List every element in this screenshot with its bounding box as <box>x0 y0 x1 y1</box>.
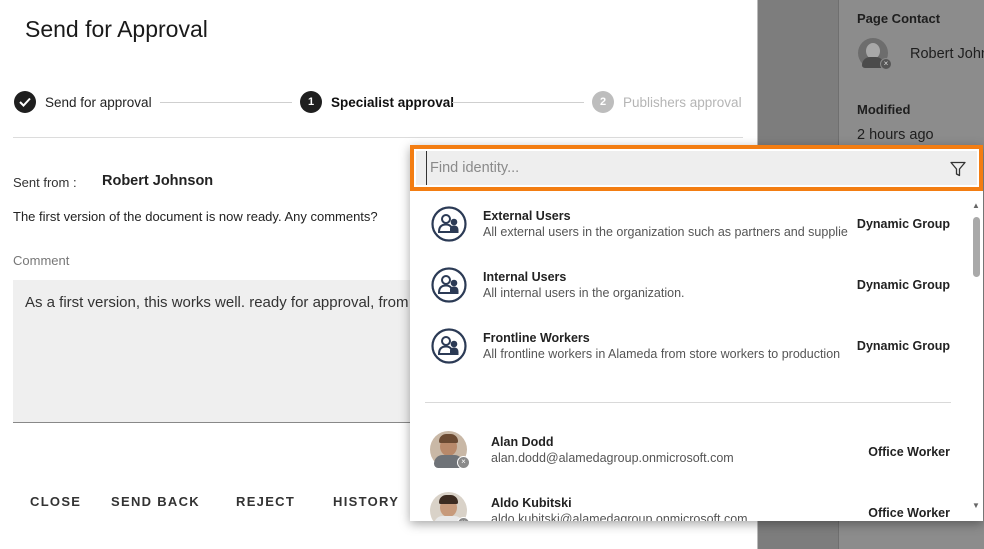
comment-label: Comment <box>13 253 70 268</box>
presence-badge-icon: × <box>457 517 470 521</box>
identity-type: Dynamic Group <box>856 339 950 353</box>
list-item-internal-users[interactable]: Internal Users All internal users in the… <box>410 252 970 312</box>
sent-from-label: Sent from : <box>13 175 77 190</box>
sent-from-name: Robert Johnson <box>102 173 214 189</box>
step-label: Specialist approval <box>331 94 455 110</box>
identity-type: Dynamic Group <box>856 217 950 231</box>
list-item-alan-dodd[interactable]: × Alan Dodd alan.dodd@alamedagroup.onmic… <box>410 419 970 479</box>
presence-badge-icon: × <box>880 58 892 70</box>
step-label: Send for approval <box>45 94 152 110</box>
identity-name: Aldo Kubitski <box>491 496 572 510</box>
scroll-up-icon[interactable]: ▲ <box>972 201 980 210</box>
avatar: × <box>430 492 470 521</box>
reject-button[interactable]: REJECT <box>236 494 295 509</box>
history-button[interactable]: HISTORY <box>333 494 399 509</box>
group-icon <box>431 206 467 242</box>
comment-field[interactable]: As a first version, this works well. rea… <box>13 280 433 423</box>
identity-email: aldo.kubitski@alamedagroup.onmicrosoft.c… <box>491 512 748 521</box>
identity-type: Office Worker <box>868 445 950 459</box>
group-icon <box>431 328 467 364</box>
contact-name: Robert Johnson <box>910 46 984 62</box>
list-scrollbar[interactable]: ▲ ▼ <box>969 191 983 521</box>
close-button[interactable]: CLOSE <box>30 494 81 509</box>
step-connector <box>160 102 292 103</box>
modified-label: Modified <box>857 102 911 117</box>
identity-picker: External Users All external users in the… <box>410 145 983 521</box>
list-item-aldo-kubitski[interactable]: × Aldo Kubitski aldo.kubitski@alamedagro… <box>410 480 970 521</box>
comment-text: As a first version, this works well. rea… <box>25 294 433 311</box>
scroll-thumb[interactable] <box>973 217 980 277</box>
step-publishers-approval: 2 Publishers approval <box>592 91 742 113</box>
identity-type: Dynamic Group <box>856 278 950 292</box>
presence-badge-icon: × <box>457 456 470 469</box>
contact-avatar: × <box>858 38 892 70</box>
list-divider <box>425 402 951 403</box>
scroll-down-icon[interactable]: ▼ <box>972 501 980 510</box>
identity-name: Alan Dodd <box>491 435 554 449</box>
step-connector <box>452 102 584 103</box>
identity-description: All frontline workers in Alameda from st… <box>483 347 841 361</box>
identity-name: Internal Users <box>483 270 567 284</box>
avatar: × <box>430 431 470 469</box>
step-number: 2 <box>592 91 614 113</box>
approval-message: The first version of the document is now… <box>13 209 378 224</box>
dialog-title: Send for Approval <box>25 16 208 42</box>
list-item-external-users[interactable]: External Users All external users in the… <box>410 191 970 251</box>
list-item-frontline-workers[interactable]: Frontline Workers All frontline workers … <box>410 313 970 373</box>
page-contact-label: Page Contact <box>857 11 941 26</box>
search-box <box>410 145 983 191</box>
identity-list: External Users All external users in the… <box>410 191 983 521</box>
identity-description: All external users in the organization s… <box>483 225 848 239</box>
identity-type: Office Worker <box>868 506 950 520</box>
divider <box>13 137 743 138</box>
identity-name: Frontline Workers <box>483 331 590 345</box>
step-send-for-approval: Send for approval <box>14 91 152 113</box>
identity-email: alan.dodd@alamedagroup.onmicrosoft.com <box>491 451 734 465</box>
send-back-button[interactable]: SEND BACK <box>111 494 200 509</box>
find-identity-input[interactable] <box>426 151 926 185</box>
check-icon <box>14 91 36 113</box>
step-number: 1 <box>300 91 322 113</box>
step-specialist-approval: 1 Specialist approval <box>300 91 454 113</box>
identity-name: External Users <box>483 209 571 223</box>
step-label: Publishers approval <box>623 94 742 110</box>
filter-icon[interactable] <box>949 160 967 178</box>
group-icon <box>431 267 467 303</box>
modified-value: 2 hours ago <box>857 127 934 143</box>
identity-description: All internal users in the organization. <box>483 286 685 300</box>
